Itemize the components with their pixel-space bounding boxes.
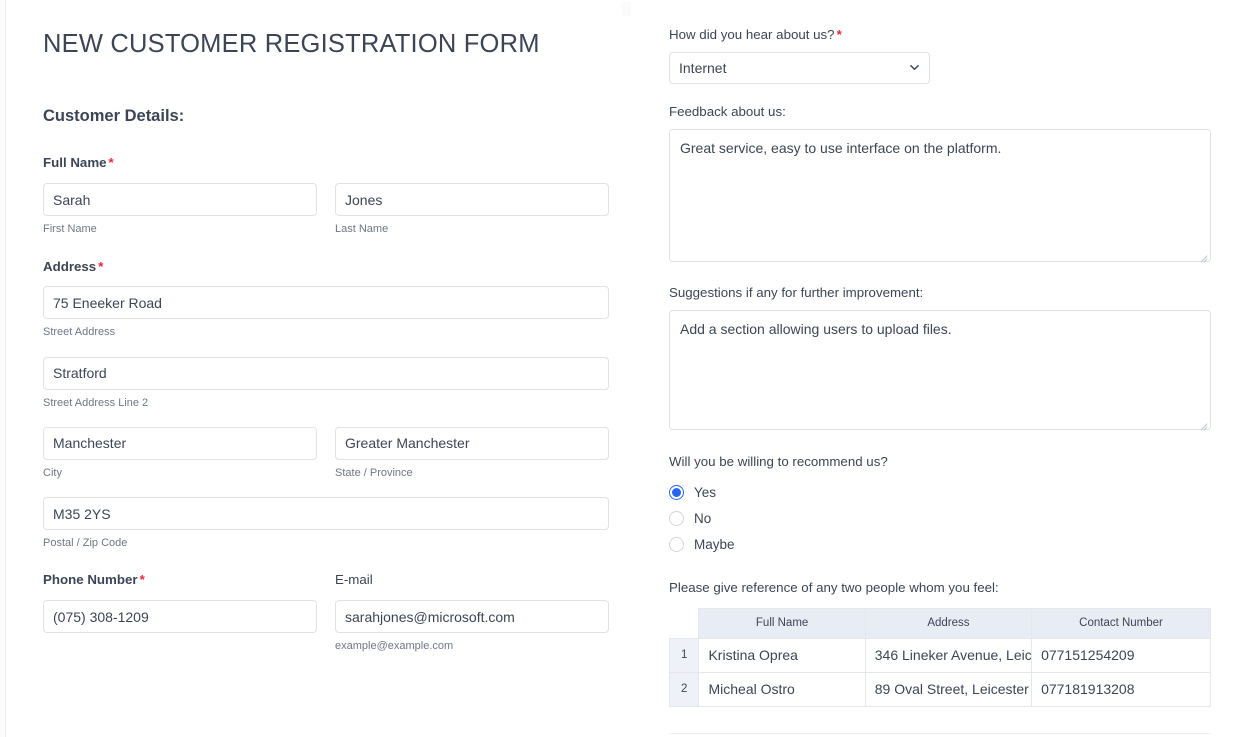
email-cell: E-mail example@example.com <box>335 572 609 653</box>
radio-indicator-maybe[interactable] <box>669 537 684 553</box>
reference-address-cell[interactable]: 89 Oval Street, Leicester <box>864 671 1033 707</box>
phone-input-wrap <box>43 600 317 634</box>
table-row: 2 Micheal Ostro 89 Oval Street, Leiceste… <box>668 671 1211 707</box>
email-sublabel: example@example.com <box>335 640 454 653</box>
radio-option-no[interactable]: No <box>669 506 1229 532</box>
reference-table-header-row: Full Name Address Contact Number <box>670 607 1211 639</box>
reference-contact-cell[interactable]: 077151254209 <box>1031 637 1211 673</box>
reference-table-head: Full Name Address Contact Number <box>670 607 1211 639</box>
radio-indicator-no[interactable] <box>669 511 684 527</box>
registration-form-page: NEW CUSTOMER REGISTRATION FORM Customer … <box>0 0 1253 737</box>
row-number: 2 <box>668 671 700 707</box>
full-name-group: Full Name* First Name Last Name <box>43 155 623 236</box>
feedback-textarea[interactable] <box>669 128 1211 262</box>
page-title: NEW CUSTOMER REGISTRATION FORM <box>43 30 540 58</box>
full-name-row: First Name Last Name <box>43 183 623 236</box>
street-address-input[interactable] <box>43 286 609 320</box>
customer-details-heading: Customer Details: <box>43 106 185 125</box>
first-name-sublabel: First Name <box>43 223 97 236</box>
required-asterisk: * <box>108 155 114 171</box>
hear-about-group: How did you hear about us? * Internet <box>669 0 1229 84</box>
postal-code-cell: Postal / Zip Code <box>43 497 609 550</box>
state-cell: State / Province <box>335 426 609 480</box>
street-address-2-cell: Street Address Line 2 <box>43 356 609 410</box>
last-name-cell: Last Name <box>335 183 609 236</box>
panel-left-border <box>5 0 6 737</box>
hear-about-label-text: How did you hear about us? <box>669 27 835 42</box>
radio-option-yes[interactable]: Yes <box>669 480 1229 506</box>
reference-group: Please give reference of any two people … <box>668 579 1229 707</box>
address-label: Address * <box>43 259 623 275</box>
address-label-text: Address <box>43 258 97 274</box>
email-label: E-mail <box>335 572 373 588</box>
street-address-2-sublabel: Street Address Line 2 <box>43 396 149 409</box>
street-address-2-input[interactable] <box>43 356 609 390</box>
suggestions-textarea[interactable] <box>669 309 1211 430</box>
state-input[interactable] <box>335 426 609 460</box>
first-name-cell: First Name <box>43 183 317 236</box>
right-column: How did you hear about us? * Internet Fee… <box>668 0 1229 707</box>
postal-code-input[interactable] <box>43 497 609 531</box>
reference-label: Please give reference of any two people … <box>669 579 999 595</box>
reference-table: Full Name Address Contact Number 1 Krist… <box>668 607 1211 707</box>
state-sublabel: State / Province <box>335 466 413 479</box>
city-cell: City <box>43 426 317 480</box>
street-address-cell: Street Address <box>43 286 609 339</box>
reference-table-body: 1 Kristina Oprea 346 Lineker Avenue, Lei… <box>668 637 1211 707</box>
suggestions-textarea-wrap <box>669 301 1211 431</box>
table-row: 1 Kristina Oprea 346 Lineker Avenue, Lei… <box>668 637 1211 673</box>
phone-label: Phone Number * <box>43 572 317 588</box>
radio-indicator-yes[interactable] <box>669 485 684 501</box>
phone-label-text: Phone Number <box>43 572 138 588</box>
address-group: Address* Street Address Street Address L… <box>43 259 623 551</box>
radio-label-no: No <box>694 511 712 527</box>
recommend-radio-group: Yes No Maybe <box>669 480 1229 558</box>
cursor-artifact <box>622 2 631 16</box>
phone-email-row: Phone Number* E-mail example@example.com <box>43 572 623 653</box>
full-name-label: Full Name * <box>43 155 623 171</box>
required-asterisk: * <box>836 27 842 42</box>
hear-about-select-wrap: Internet <box>669 51 930 84</box>
city-input[interactable] <box>43 426 317 460</box>
feedback-label: Feedback about us: <box>669 103 786 119</box>
radio-label-yes: Yes <box>694 485 717 501</box>
phone-cell: Phone Number * <box>43 572 317 653</box>
full-name-label-text: Full Name <box>43 155 107 171</box>
reference-col-contact-number: Contact Number <box>1031 607 1211 639</box>
suggestions-group: Suggestions if any for further improveme… <box>669 285 1229 435</box>
last-name-sublabel: Last Name <box>335 223 389 236</box>
required-asterisk: * <box>139 572 145 588</box>
suggestions-label: Suggestions if any for further improveme… <box>669 284 924 300</box>
reference-name-cell[interactable]: Micheal Ostro <box>698 671 866 707</box>
radio-label-maybe: Maybe <box>694 537 735 553</box>
hear-about-select[interactable]: Internet <box>669 51 930 84</box>
recommend-label: Will you be willing to recommend us? <box>669 453 888 469</box>
city-state-row: City State / Province <box>43 426 623 480</box>
reference-table-corner <box>670 608 699 638</box>
row-number: 1 <box>668 637 700 673</box>
below-table-divider <box>669 733 1211 737</box>
reference-address-cell[interactable]: 346 Lineker Avenue, Leicester <box>864 637 1033 673</box>
reference-contact-cell[interactable]: 077181913208 <box>1031 671 1211 707</box>
email-input-wrap: example@example.com <box>335 600 609 653</box>
left-column: NEW CUSTOMER REGISTRATION FORM Customer … <box>43 0 623 653</box>
hear-about-selected-value: Internet <box>679 59 727 76</box>
postal-code-sublabel: Postal / Zip Code <box>43 537 128 550</box>
reference-name-cell[interactable]: Kristina Oprea <box>698 637 866 673</box>
hear-about-label: How did you hear about us? * <box>669 27 1229 43</box>
reference-col-full-name: Full Name <box>698 607 866 639</box>
first-name-input[interactable] <box>43 183 317 217</box>
feedback-group: Feedback about us: <box>669 104 1229 267</box>
reference-col-address: Address <box>864 607 1033 639</box>
required-asterisk: * <box>98 258 104 274</box>
email-input[interactable] <box>335 600 609 634</box>
last-name-input[interactable] <box>335 183 609 217</box>
city-sublabel: City <box>43 466 62 479</box>
phone-number-input[interactable] <box>43 600 317 634</box>
recommend-group: Will you be willing to recommend us? Yes… <box>669 454 1229 558</box>
radio-option-maybe[interactable]: Maybe <box>669 532 1229 558</box>
feedback-textarea-wrap <box>669 120 1211 263</box>
street-address-sublabel: Street Address <box>43 326 116 339</box>
